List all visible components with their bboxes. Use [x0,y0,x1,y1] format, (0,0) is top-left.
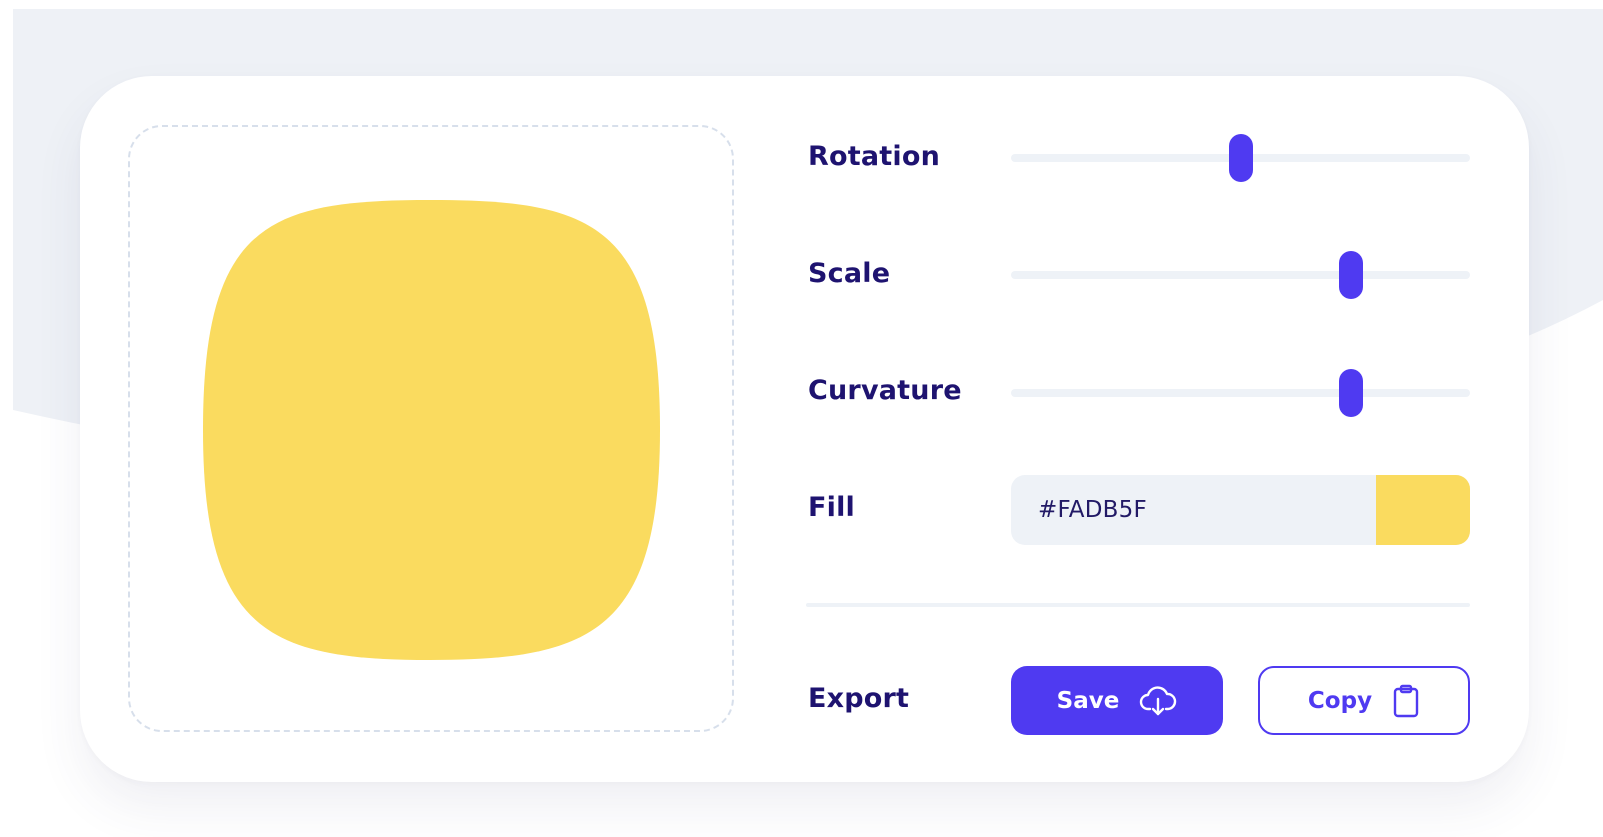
save-button[interactable]: Save [1011,666,1223,735]
divider [806,603,1470,607]
shape-preview [128,125,734,732]
scale-slider-thumb[interactable] [1338,251,1363,299]
rotation-label: Rotation [808,141,940,172]
rotation-slider-thumb[interactable] [1228,134,1253,182]
fill-color-input[interactable]: #FADB5F [1011,475,1470,545]
blob-shape [203,200,660,660]
scale-slider[interactable] [1011,251,1470,299]
shape-canvas [203,200,660,660]
cloud-download-icon [1139,685,1177,717]
fill-color-swatch[interactable] [1376,475,1470,545]
copy-button-label: Copy [1307,687,1373,714]
clipboard-icon [1392,684,1420,718]
curvature-label: Curvature [808,375,962,406]
copy-button[interactable]: Copy [1258,666,1470,735]
export-label: Export [808,683,910,714]
curvature-slider-thumb[interactable] [1338,369,1363,417]
curvature-slider[interactable] [1011,369,1470,417]
scale-label: Scale [808,258,891,289]
rotation-slider[interactable] [1011,134,1470,182]
fill-label: Fill [808,492,856,523]
save-button-label: Save [1056,687,1120,714]
fill-hex-value[interactable]: #FADB5F [1038,497,1147,523]
